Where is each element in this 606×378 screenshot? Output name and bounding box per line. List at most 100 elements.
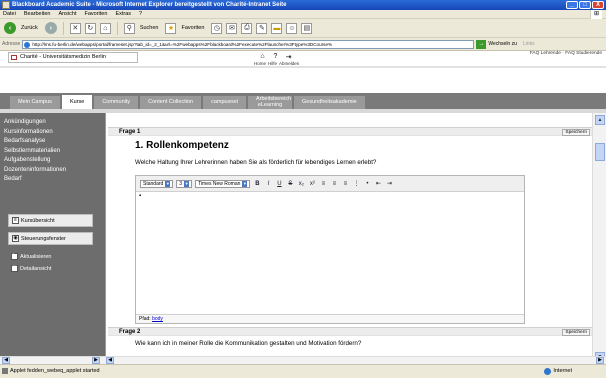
align-right-icon[interactable]: ≡ [341, 180, 349, 188]
tab-bar: Mein Campus Kurse Community Content Coll… [0, 93, 606, 109]
tab-arbeitsbereich[interactable]: Arbeitsbereich eLearning [247, 96, 292, 109]
refresh-icon[interactable]: ↻ [84, 22, 96, 34]
sidebar-item-bedarfsanalyse[interactable]: Bedarfsanalyse [4, 137, 101, 146]
menu-ansicht[interactable]: Ansicht [58, 11, 76, 17]
tab-gesundheitsakademie[interactable]: Gesundheitsakademie [293, 96, 365, 109]
font-family-select[interactable]: Times New Roman ▼ [195, 179, 251, 188]
scroll-right-icon[interactable]: ▶ [92, 357, 100, 364]
outdent-icon[interactable]: ⇤ [374, 180, 382, 188]
go-arrow-icon[interactable]: → [476, 39, 487, 49]
search-icon[interactable]: ⚲ [123, 22, 135, 34]
scroll-up-icon[interactable]: ▲ [595, 115, 605, 125]
blackboard-app-icon [2, 1, 10, 9]
close-button[interactable]: X [592, 1, 604, 9]
maximize-button[interactable]: □ [579, 1, 591, 9]
links-label[interactable]: Links [523, 41, 535, 47]
underline-icon[interactable]: U [275, 180, 283, 188]
question-title: 1. Rollenkompetenz [135, 140, 229, 151]
address-bar: Adresse http://lms.fu-berlin.de/webapps/… [0, 38, 606, 51]
mail-icon[interactable]: ✉ [226, 22, 238, 34]
history-icon[interactable]: ◷ [211, 22, 223, 34]
tab-kurse[interactable]: Kurse [61, 95, 93, 109]
back-arrow-icon[interactable]: ‹ [4, 22, 16, 34]
messenger-icon[interactable]: ☺ [286, 22, 298, 34]
indent-icon[interactable]: ⇥ [385, 180, 393, 188]
course-sidebar: Ankündigungen Kursinformationen Bedarfsa… [0, 113, 105, 364]
editor-text-area[interactable]: ▪ [136, 192, 524, 308]
address-label: Adresse [2, 41, 21, 47]
tab-community[interactable]: Community [94, 96, 139, 109]
kursuebersicht-button[interactable]: ≡ Kursübersicht [8, 214, 93, 227]
institution-frame[interactable]: Charité - Universitätsmedizin Berlin [8, 52, 138, 63]
numbered-list-icon[interactable]: ⋮ [352, 180, 360, 188]
bold-icon[interactable]: B [253, 180, 261, 188]
paragraph-style-select[interactable]: Standard ▼ [140, 179, 174, 188]
logout-icon[interactable]: ⇥ [284, 52, 293, 61]
research-icon[interactable]: ▤ [301, 22, 313, 34]
sidebar-item-selbstlernmaterialien[interactable]: Selbstlernmaterialien [4, 147, 101, 156]
align-center-icon[interactable]: ≡ [330, 180, 338, 188]
minimize-button[interactable]: _ [566, 1, 578, 9]
font-size-select[interactable]: 3 ▼ [176, 179, 193, 188]
superscript-icon[interactable]: x² [308, 180, 316, 188]
search-label[interactable]: Suchen [140, 25, 159, 31]
tab-campusnet[interactable]: campusnet [203, 96, 246, 109]
scroll-thumb[interactable] [595, 143, 605, 161]
subscript-icon[interactable]: x₂ [297, 180, 305, 188]
favorites-star-icon[interactable]: ★ [165, 22, 177, 34]
browser-toolbar: ‹ Zurück › ✕ ↻ ⌂ ⚲ Suchen ★ Favoriten ◷ … [0, 19, 606, 38]
sidebar-item-kursinformationen[interactable]: Kursinformationen [4, 128, 101, 137]
favorites-label[interactable]: Favoriten [181, 25, 204, 31]
print-icon[interactable]: ⎙ [241, 22, 253, 34]
scroll-left-icon[interactable]: ◀ [106, 357, 114, 364]
detailansicht-button[interactable]: ▦ Detailansicht [8, 262, 93, 275]
steuerungsfenster-button[interactable]: ◉ Steuerungsfenster [8, 232, 93, 245]
path-body-link[interactable]: body [152, 316, 163, 322]
italic-icon[interactable]: I [264, 180, 272, 188]
menu-help[interactable]: ? [139, 11, 142, 17]
menu-datei[interactable]: Datei [3, 11, 16, 17]
sidebar-item-ankuendigungen[interactable]: Ankündigungen [4, 118, 101, 127]
bullet-list-icon[interactable]: • [363, 180, 371, 188]
menu-bearbeiten[interactable]: Bearbeiten [24, 11, 51, 17]
scroll-right-icon[interactable]: ▶ [596, 357, 604, 364]
refresh-icon: ↻ [11, 253, 18, 260]
horizontal-scrollbar[interactable]: ◀ ▶ ◀ ▶ [0, 356, 606, 364]
stop-icon[interactable]: ✕ [69, 22, 81, 34]
back-label[interactable]: Zurück [21, 25, 38, 31]
aktualisieren-label: Aktualisieren [20, 253, 52, 260]
address-input[interactable]: http://lms.fu-berlin.de/webapps/portal/f… [22, 39, 475, 49]
vertical-scrollbar[interactable]: ▲ ▼ [592, 113, 606, 364]
course-menu: Ankündigungen Kursinformationen Bedarfsa… [0, 113, 105, 189]
menu-extras[interactable]: Extras [115, 11, 131, 17]
menu-bar: Datei Bearbeiten Ansicht Favoriten Extra… [0, 10, 606, 19]
align-left-icon[interactable]: ≡ [319, 180, 327, 188]
toolbar-separator [62, 21, 64, 35]
steuerungsfenster-label: Steuerungsfenster [21, 235, 66, 242]
tab-content-collection[interactable]: Content Collection [140, 96, 202, 109]
edit-icon[interactable]: ✎ [256, 22, 268, 34]
frage2-save-button[interactable]: Speichern [562, 329, 590, 336]
forward-arrow-icon[interactable]: › [44, 22, 57, 34]
help-icon[interactable]: ? [271, 52, 280, 61]
faq-links[interactable]: FAQ Lehrende · FAQ Studierende [530, 51, 602, 56]
strikethrough-icon[interactable]: S [286, 180, 294, 188]
home-icon[interactable]: ⌂ [258, 52, 267, 61]
frage1-save-button[interactable]: Speichern [562, 129, 590, 136]
status-bar: Applet fedden_webeq_applet started Inter… [0, 364, 606, 378]
status-text: Applet fedden_webeq_applet started [10, 368, 100, 374]
editor-toolbar: Standard ▼ 3 ▼ Times New Roman ▼ B I U S… [136, 176, 524, 192]
tab-mein-campus[interactable]: Mein Campus [10, 96, 60, 109]
go-button-label[interactable]: Wechseln zu [488, 41, 517, 47]
folder-icon[interactable]: ▬ [271, 22, 283, 34]
kursuebersicht-label: Kursübersicht [21, 217, 55, 224]
windows-logo-icon: ⊞ [590, 10, 602, 19]
paragraph-style-value: Standard [143, 180, 164, 187]
menu-favoriten[interactable]: Favoriten [85, 11, 108, 17]
list-icon: ≡ [12, 217, 19, 224]
sidebar-item-dozenteninformationen[interactable]: Dozenteninformationen [4, 166, 101, 175]
sidebar-item-aufgabenstellung[interactable]: Aufgabenstellung [4, 156, 101, 165]
sidebar-item-bedarf[interactable]: Bedarf [4, 175, 101, 184]
home-icon[interactable]: ⌂ [99, 22, 111, 34]
scroll-left-icon[interactable]: ◀ [2, 357, 10, 364]
